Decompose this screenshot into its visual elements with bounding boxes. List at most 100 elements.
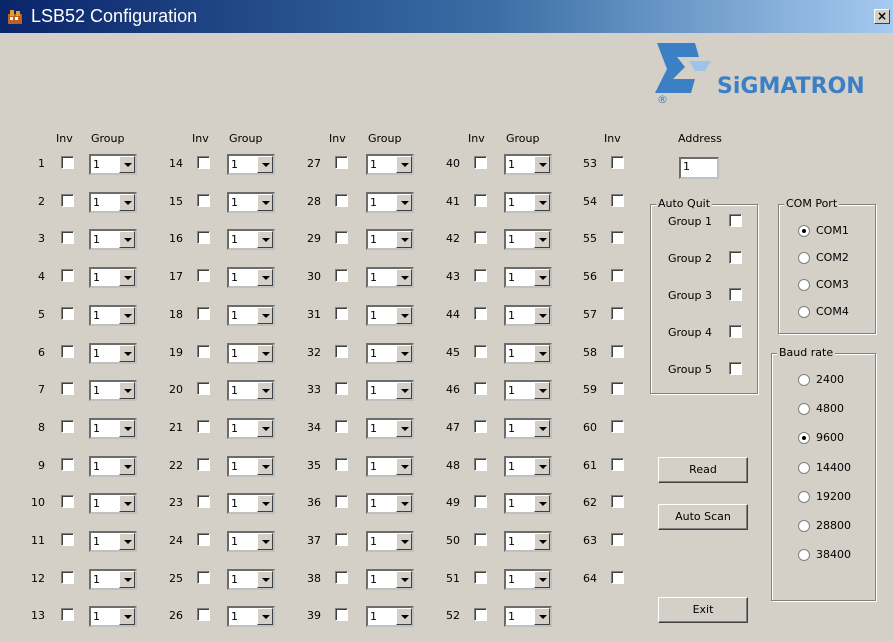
inv-checkbox[interactable] (474, 345, 487, 358)
inv-checkbox[interactable] (611, 571, 624, 584)
group-select[interactable]: 1 (227, 154, 275, 175)
dropdown-arrow-icon[interactable] (257, 345, 273, 362)
dropdown-arrow-icon[interactable] (257, 420, 273, 437)
group-select[interactable]: 1 (227, 606, 275, 627)
group-select[interactable]: 1 (227, 267, 275, 288)
group-select[interactable]: 1 (366, 343, 414, 364)
auto-quit-checkbox[interactable] (729, 325, 742, 338)
dropdown-arrow-icon[interactable] (119, 571, 135, 588)
group-select[interactable]: 1 (227, 418, 275, 439)
group-select[interactable]: 1 (504, 569, 552, 590)
dropdown-arrow-icon[interactable] (534, 608, 550, 625)
dropdown-arrow-icon[interactable] (257, 231, 273, 248)
group-select[interactable]: 1 (89, 343, 137, 364)
inv-checkbox[interactable] (61, 231, 74, 244)
baud-rate-radio[interactable] (798, 520, 810, 532)
group-select[interactable]: 1 (504, 267, 552, 288)
inv-checkbox[interactable] (611, 231, 624, 244)
group-select[interactable]: 1 (366, 493, 414, 514)
inv-checkbox[interactable] (474, 269, 487, 282)
group-select[interactable]: 1 (89, 606, 137, 627)
inv-checkbox[interactable] (335, 156, 348, 169)
group-select[interactable]: 1 (89, 267, 137, 288)
group-select[interactable]: 1 (89, 569, 137, 590)
com-port-radio[interactable] (798, 279, 810, 291)
dropdown-arrow-icon[interactable] (534, 495, 550, 512)
group-select[interactable]: 1 (504, 531, 552, 552)
group-select[interactable]: 1 (366, 569, 414, 590)
group-select[interactable]: 1 (89, 305, 137, 326)
inv-checkbox[interactable] (611, 533, 624, 546)
inv-checkbox[interactable] (474, 307, 487, 320)
inv-checkbox[interactable] (61, 533, 74, 546)
group-select[interactable]: 1 (89, 154, 137, 175)
baud-rate-radio[interactable] (798, 490, 810, 503)
inv-checkbox[interactable] (474, 533, 487, 546)
dropdown-arrow-icon[interactable] (534, 156, 550, 173)
inv-checkbox[interactable] (197, 231, 210, 244)
inv-checkbox[interactable] (474, 231, 487, 244)
dropdown-arrow-icon[interactable] (534, 420, 550, 437)
inv-checkbox[interactable] (61, 269, 74, 282)
dropdown-arrow-icon[interactable] (257, 382, 273, 399)
inv-checkbox[interactable] (197, 382, 210, 395)
group-select[interactable]: 1 (89, 531, 137, 552)
group-select[interactable]: 1 (504, 493, 552, 514)
group-select[interactable]: 1 (504, 229, 552, 250)
inv-checkbox[interactable] (474, 156, 487, 169)
group-select[interactable]: 1 (504, 456, 552, 477)
group-select[interactable]: 1 (89, 493, 137, 514)
group-select[interactable]: 1 (227, 380, 275, 401)
auto-quit-checkbox[interactable] (729, 251, 742, 264)
inv-checkbox[interactable] (335, 495, 348, 508)
dropdown-arrow-icon[interactable] (257, 571, 273, 588)
dropdown-arrow-icon[interactable] (534, 533, 550, 550)
dropdown-arrow-icon[interactable] (534, 382, 550, 399)
dropdown-arrow-icon[interactable] (119, 608, 135, 625)
group-select[interactable]: 1 (366, 606, 414, 627)
dropdown-arrow-icon[interactable] (119, 382, 135, 399)
inv-checkbox[interactable] (197, 608, 210, 621)
dropdown-arrow-icon[interactable] (119, 156, 135, 173)
inv-checkbox[interactable] (335, 194, 348, 207)
group-select[interactable]: 1 (227, 305, 275, 326)
auto-quit-checkbox[interactable] (729, 362, 742, 375)
title-bar[interactable]: LSB52 Configuration × (0, 0, 893, 33)
group-select[interactable]: 1 (504, 154, 552, 175)
dropdown-arrow-icon[interactable] (396, 571, 412, 588)
address-input[interactable] (681, 159, 715, 174)
inv-checkbox[interactable] (61, 458, 74, 471)
baud-rate-radio[interactable] (798, 374, 810, 386)
auto-quit-checkbox[interactable] (729, 288, 742, 301)
dropdown-arrow-icon[interactable] (534, 345, 550, 362)
group-select[interactable]: 1 (366, 192, 414, 213)
dropdown-arrow-icon[interactable] (396, 608, 412, 625)
dropdown-arrow-icon[interactable] (534, 458, 550, 475)
dropdown-arrow-icon[interactable] (534, 269, 550, 286)
group-select[interactable]: 1 (227, 493, 275, 514)
dropdown-arrow-icon[interactable] (396, 533, 412, 550)
inv-checkbox[interactable] (474, 382, 487, 395)
dropdown-arrow-icon[interactable] (396, 345, 412, 362)
inv-checkbox[interactable] (611, 420, 624, 433)
inv-checkbox[interactable] (335, 458, 348, 471)
dropdown-arrow-icon[interactable] (257, 194, 273, 211)
group-select[interactable]: 1 (227, 569, 275, 590)
close-button[interactable]: × (874, 9, 890, 24)
dropdown-arrow-icon[interactable] (119, 533, 135, 550)
group-select[interactable]: 1 (89, 418, 137, 439)
com-port-radio[interactable] (798, 252, 810, 264)
group-select[interactable]: 1 (504, 305, 552, 326)
dropdown-arrow-icon[interactable] (396, 269, 412, 286)
inv-checkbox[interactable] (197, 156, 210, 169)
inv-checkbox[interactable] (335, 382, 348, 395)
inv-checkbox[interactable] (611, 495, 624, 508)
dropdown-arrow-icon[interactable] (119, 194, 135, 211)
group-select[interactable]: 1 (89, 229, 137, 250)
dropdown-arrow-icon[interactable] (257, 307, 273, 324)
group-select[interactable]: 1 (227, 456, 275, 477)
group-select[interactable]: 1 (366, 305, 414, 326)
address-field[interactable] (679, 157, 719, 179)
exit-button[interactable]: Exit (658, 597, 748, 623)
group-select[interactable]: 1 (366, 229, 414, 250)
